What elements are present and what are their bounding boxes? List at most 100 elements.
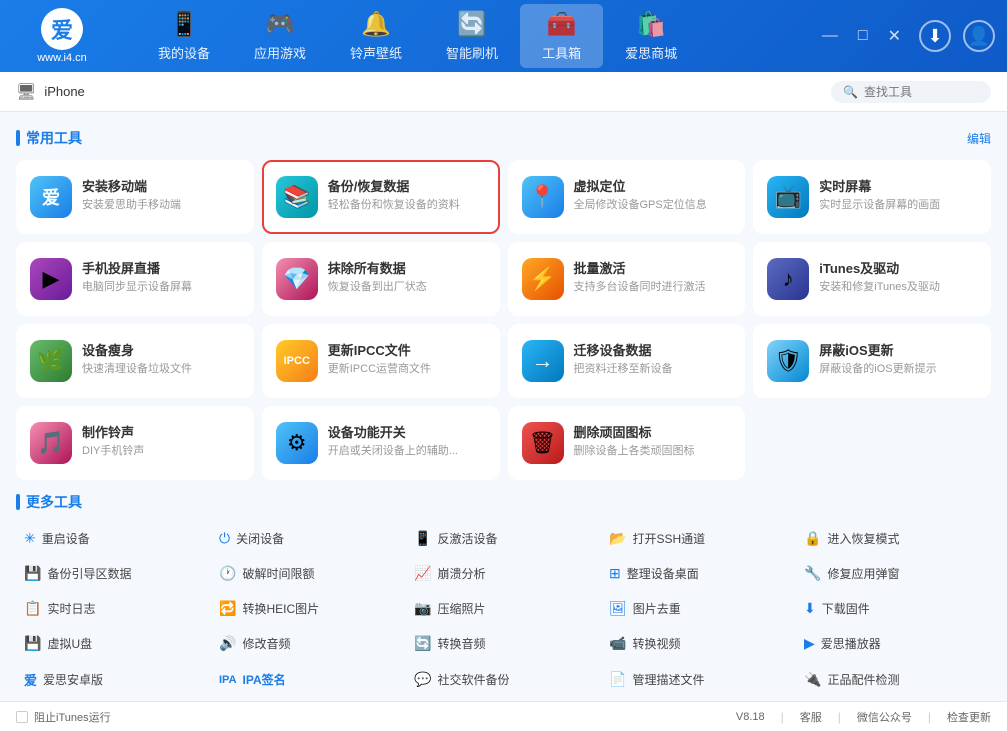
tool-card-realtime-screen[interactable]: 📺 实时屏幕 实时显示设备屏幕的画面 [753,160,991,234]
nav-item-app-games[interactable]: 🎮应用游戏 [232,4,328,68]
customer-service-link[interactable]: 客服 [800,709,822,725]
more-tool-social-backup[interactable]: 💬 社交软件备份 [406,664,601,695]
tool-icon-erase-data: 💎 [276,258,318,300]
more-tool-genuine-accessories[interactable]: 🔌 正品配件检测 [796,664,991,695]
common-tools-header: 常用工具 编辑 [16,128,991,148]
more-tool-organize-desktop[interactable]: ⊞ 整理设备桌面 [601,559,796,588]
tool-card-migrate-data[interactable]: → 迁移设备数据 把资料迁移至新设备 [508,324,746,398]
nav-item-ringtones[interactable]: 🔔铃声壁纸 [328,4,424,68]
more-tool-backup-guide[interactable]: 💾 备份引导区数据 [16,559,211,588]
tool-card-erase-data[interactable]: 💎 抹除所有数据 恢复设备到出厂状态 [262,242,500,316]
tool-card-virtual-location[interactable]: 📍 虚拟定位 全局修改设备GPS定位信息 [508,160,746,234]
tool-desc-update-ipcc: 更新IPCC运营商文件 [328,362,486,377]
footer-right: V8.18 | 客服 | 微信公众号 | 检查更新 [736,709,991,725]
more-tool-label-manage-profiles: 管理描述文件 [632,671,704,688]
more-tool-virtual-udisk[interactable]: 💾 虚拟U盘 [16,629,211,658]
tool-card-itunes-driver[interactable]: ♪ iTunes及驱动 安装和修复iTunes及驱动 [753,242,991,316]
more-tool-open-ssh[interactable]: 📂 打开SSH通道 [601,524,796,553]
more-tool-label-download-firmware: 下载固件 [822,600,870,617]
more-tool-download-firmware[interactable]: ⬇ 下载固件 [796,594,991,623]
sep1: | [781,710,784,724]
common-tools-grid: 爱 安装移动端 安装爱思助手移动端 📚 备份/恢复数据 轻松备份和恢复设备的资料… [16,160,991,480]
more-tool-label-genuine-accessories: 正品配件检测 [827,671,899,688]
tool-icon-device-slim: 🌿 [30,340,72,382]
more-tool-shutdown-device[interactable]: ⏻ 关闭设备 [211,524,406,553]
more-tool-manage-profiles[interactable]: 📄 管理描述文件 [601,664,796,695]
tool-card-backup-restore[interactable]: 📚 备份/恢复数据 轻松备份和恢复设备的资料 [262,160,500,234]
more-tool-realtime-log[interactable]: 📋 实时日志 [16,594,211,623]
more-tool-enter-recovery[interactable]: 🔒 进入恢复模式 [796,524,991,553]
more-tool-deduplicate-photo[interactable]: 🖼 图片去重 [601,594,796,623]
more-tool-aisi-android[interactable]: 爱 爱思安卓版 [16,664,211,695]
maximize-icon[interactable]: □ [852,25,874,47]
tool-name-migrate-data: 迁移设备数据 [574,340,732,359]
more-tool-convert-audio[interactable]: 🔄 转换音频 [406,629,601,658]
itunes-checkbox[interactable] [16,711,28,723]
more-tool-repair-app-popup[interactable]: 🔧 修复应用弹窗 [796,559,991,588]
check-update-link[interactable]: 检查更新 [947,709,991,725]
nav-item-toolbox[interactable]: 🧰工具箱 [520,4,603,68]
tool-card-device-functions[interactable]: ⚙ 设备功能开关 开启或关闭设备上的辅助... [262,406,500,480]
more-tool-label-aisi-player: 爱思播放器 [821,635,881,652]
tool-desc-device-slim: 快速清理设备垃圾文件 [82,362,240,377]
nav-icon-app-games: 🎮 [265,10,295,39]
tool-desc-erase-data: 恢复设备到出厂状态 [328,280,486,295]
tool-card-block-ios-update[interactable]: 🛡 屏蔽iOS更新 屏蔽设备的iOS更新提示 [753,324,991,398]
tool-desc-realtime-screen: 实时显示设备屏幕的画面 [819,198,977,213]
tool-card-device-slim[interactable]: 🌿 设备瘦身 快速清理设备垃圾文件 [16,324,254,398]
close-icon[interactable]: ✕ [882,24,907,48]
tool-card-screen-mirror[interactable]: ▶ 手机投屏直播 电脑同步显示设备屏幕 [16,242,254,316]
tool-icon-update-ipcc: IPCC [276,340,318,382]
more-tool-convert-heic[interactable]: 🔁 转换HEIC图片 [211,594,406,623]
nav-item-smart-flash[interactable]: 🔄智能刷机 [424,4,520,68]
tool-icon-itunes-driver: ♪ [767,258,809,300]
user-button[interactable]: 👤 [963,20,995,52]
more-tool-label-deduplicate-photo: 图片去重 [633,600,681,617]
tool-card-update-ipcc[interactable]: IPCC 更新IPCC文件 更新IPCC运营商文件 [262,324,500,398]
tool-card-make-ringtone[interactable]: 🎵 制作铃声 DIY手机铃声 [16,406,254,480]
nav-label-toolbox: 工具箱 [542,43,581,62]
device-bar: 🖥 iPhone 🔍 [0,72,1007,112]
tool-desc-backup-restore: 轻松备份和恢复设备的资料 [328,198,486,213]
nav-label-ringtones: 铃声壁纸 [350,43,402,62]
tool-desc-device-functions: 开启或关闭设备上的辅助... [328,444,486,459]
nav-icon-my-device: 📱 [169,10,199,39]
more-tools-title: 更多工具 [16,492,82,512]
window-controls: — □ ✕ [816,24,907,48]
download-button[interactable]: ⬇ [919,20,951,52]
more-tool-label-enter-recovery: 进入恢复模式 [827,530,899,547]
more-tool-aisi-player[interactable]: ▶ 爱思播放器 [796,629,991,658]
wechat-link[interactable]: 微信公众号 [857,709,912,725]
more-tool-label-shutdown-device: 关闭设备 [236,530,284,547]
nav-item-my-device[interactable]: 📱 我的设备 [136,4,232,68]
tool-card-batch-activate[interactable]: ⚡ 批量激活 支持多台设备同时进行激活 [508,242,746,316]
more-tool-label-deactivate-device: 反激活设备 [437,530,497,547]
more-tool-label-modify-audio: 修改音频 [242,635,290,652]
tool-desc-make-ringtone: DIY手机铃声 [82,444,240,459]
more-tool-deactivate-device[interactable]: 📱 反激活设备 [406,524,601,553]
tool-desc-delete-stubborn-icon: 删除设备上各类顽固图标 [574,444,732,459]
nav-label-my-device: 我的设备 [158,43,210,62]
minimize-icon[interactable]: — [816,25,844,47]
tool-card-delete-stubborn-icon[interactable]: 🗑 删除顽固图标 删除设备上各类顽固图标 [508,406,746,480]
more-tool-crash-analysis[interactable]: 📈 崩溃分析 [406,559,601,588]
logo-area[interactable]: 爱 www.i4.cn [12,8,112,64]
logo-url: www.i4.cn [37,52,87,64]
tool-name-block-ios-update: 屏蔽iOS更新 [819,340,977,359]
more-tool-convert-video[interactable]: 📹 转换视频 [601,629,796,658]
nav-item-ai-store[interactable]: 🛍️爱思商城 [603,4,699,68]
tool-card-install-mobile[interactable]: 爱 安装移动端 安装爱思助手移动端 [16,160,254,234]
tool-desc-screen-mirror: 电脑同步显示设备屏幕 [82,280,240,295]
edit-button[interactable]: 编辑 [967,130,991,147]
more-tool-label-convert-heic: 转换HEIC图片 [242,600,319,617]
more-tool-label-social-backup: 社交软件备份 [437,671,509,688]
search-input[interactable] [864,85,984,99]
device-name: iPhone [44,84,84,99]
tool-name-itunes-driver: iTunes及驱动 [819,258,977,277]
more-tool-reboot-device[interactable]: ✳ 重启设备 [16,524,211,553]
more-tool-break-time-limit[interactable]: 🕐 破解时间限额 [211,559,406,588]
more-tool-modify-audio[interactable]: 🔊 修改音频 [211,629,406,658]
more-tool-compress-photo[interactable]: 📷 压缩照片 [406,594,601,623]
more-tool-ipa-sign[interactable]: IPA IPA签名 [211,664,406,695]
tool-icon-device-functions: ⚙ [276,422,318,464]
